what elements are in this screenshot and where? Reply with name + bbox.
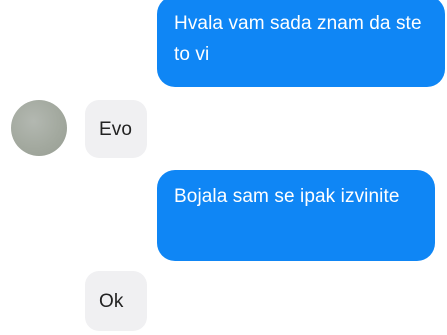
outgoing-message-bubble[interactable]: Hvala vam sada znam da ste to vi <box>157 0 445 87</box>
contact-avatar[interactable] <box>11 100 67 156</box>
chat-thread: Hvala vam sada znam da ste to vi Evo Boj… <box>0 0 447 335</box>
incoming-message-bubble[interactable]: Ok <box>85 271 147 331</box>
outgoing-message-bubble[interactable]: Bojala sam se ipak izvinite <box>157 170 435 261</box>
incoming-message-bubble[interactable]: Evo <box>85 100 147 158</box>
message-text: Ok <box>99 290 124 312</box>
message-text: Evo <box>99 118 133 140</box>
